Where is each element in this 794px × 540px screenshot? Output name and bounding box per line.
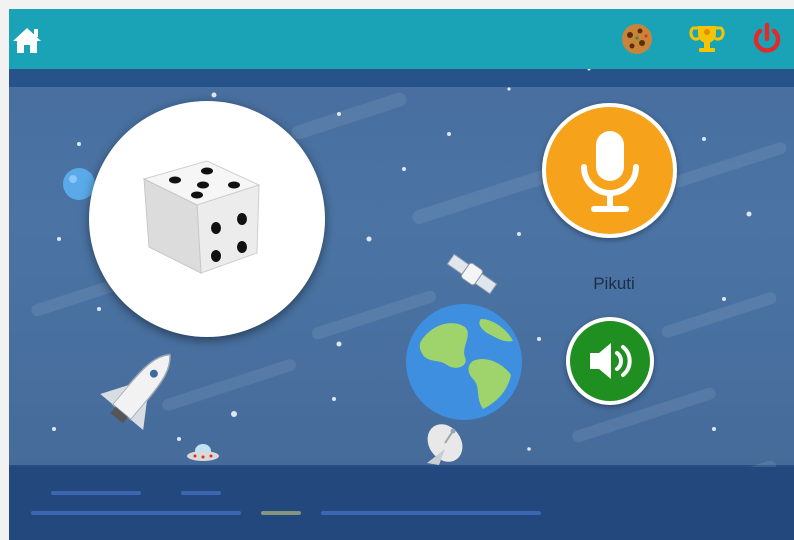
power-icon: [753, 22, 781, 53]
space-shuttle-icon: [100, 353, 171, 430]
ufo-icon: [187, 444, 219, 461]
satellite-icon: [446, 253, 498, 295]
play-audio-button[interactable]: [566, 317, 654, 405]
dice-card[interactable]: [89, 101, 325, 337]
word-label: Pikuti: [593, 274, 635, 293]
home-icon: [13, 28, 41, 53]
footer-text-blurred: [31, 485, 551, 525]
cookie-button[interactable]: [617, 19, 657, 59]
earth-icon: [406, 304, 522, 420]
cookie-icon: [622, 24, 652, 54]
top-bar: [9, 9, 794, 69]
power-button[interactable]: [747, 19, 787, 59]
satellite-dish-icon: [427, 424, 463, 465]
home-button[interactable]: [9, 19, 49, 59]
game-screen: Pikuti: [9, 9, 794, 540]
record-button[interactable]: [542, 103, 677, 238]
speaker-icon: [590, 343, 632, 379]
dice-image: [142, 160, 261, 274]
trophy-icon: [689, 26, 725, 52]
microphone-icon: [581, 131, 639, 212]
trophy-button[interactable]: [687, 19, 727, 59]
